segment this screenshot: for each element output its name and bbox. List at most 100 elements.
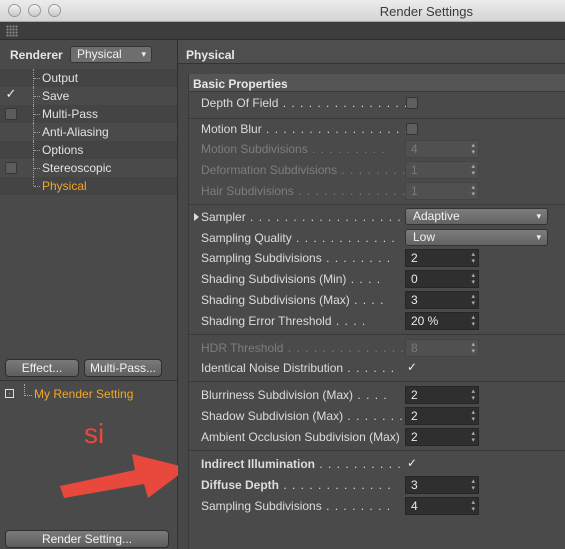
spinner-icon[interactable]: ▴ ▾ (471, 409, 475, 423)
prop-depth-of-field: Depth Of Field . . . . . . . . . . . . .… (189, 93, 565, 113)
hdr-threshold-field[interactable]: 8 ▴ ▾ (405, 339, 479, 357)
leader-dots: . . . . . . . . . . . . . . (283, 341, 405, 355)
label-text: Blurriness Subdivision (Max) (201, 388, 354, 402)
gi-sampling-subdivisions-field[interactable]: 4 ▴ ▾ (405, 497, 479, 515)
label-text: Sampling Quality (201, 231, 292, 245)
prop-shadow-subdivision: Shadow Subdivision (Max) . . . . . . . 2… (189, 406, 565, 426)
prop-ao-subdivision: Ambient Occlusion Subdivision (Max) 2 ▴ ▾ (189, 427, 565, 447)
expand-triangle-icon[interactable] (194, 213, 199, 221)
blurriness-subdivision-field[interactable]: 2 ▴ ▾ (405, 386, 479, 404)
motion-subdivisions-field[interactable]: 4 ▴ ▾ (405, 140, 479, 158)
leader-dots: . . . . . . . . . (307, 142, 386, 156)
sampling-subdivisions-field[interactable]: 2 ▴ ▾ (405, 249, 479, 267)
spinner-icon[interactable]: ▴ ▾ (471, 272, 475, 286)
label-text: Depth Of Field (201, 96, 279, 110)
spinner-icon[interactable]: ▴ ▾ (471, 163, 475, 177)
leader-dots: . . . . . . (343, 361, 396, 375)
tree-item-label: Multi-Pass (42, 107, 99, 121)
render-setting-name: My Render Setting (34, 387, 134, 401)
spinner-icon[interactable]: ▴ ▾ (471, 251, 475, 265)
motion-blur-checkbox[interactable] (406, 123, 418, 135)
label-text: Sampler (201, 210, 246, 224)
tree-item-antialiasing[interactable]: Anti-Aliasing (0, 123, 177, 141)
label-text: Shadow Subdivision (Max) (201, 409, 344, 423)
right-panel: Physical Basic Properties Depth Of Field… (178, 40, 565, 549)
leader-dots: . . . . . . . . . . . . . . . . (278, 96, 418, 110)
identical-noise-checkbox[interactable]: ✓ (406, 361, 418, 374)
prop-label: Indirect Illumination . . . . . . . . . … (201, 457, 402, 471)
tree-item-stereoscopic[interactable]: Stereoscopic (0, 159, 177, 177)
tree-item-multipass[interactable]: Multi-Pass (0, 105, 177, 123)
depth-of-field-checkbox[interactable] (406, 97, 418, 109)
label-text: Shading Subdivisions (Min) (201, 272, 347, 286)
label-text: Shading Error Threshold (201, 314, 332, 328)
prop-label: Shadow Subdivision (Max) . . . . . . . (201, 409, 404, 423)
deformation-subdivisions-field[interactable]: 1 ▴ ▾ (405, 161, 479, 179)
leader-dots: . . . . (346, 272, 382, 286)
multipass-checkbox[interactable] (5, 108, 17, 120)
prop-label: Deformation Subdivisions . . . . . . . .… (201, 163, 415, 177)
renderer-label: Renderer (10, 48, 63, 62)
shading-subdivisions-max-field[interactable]: 3 ▴ ▾ (405, 291, 479, 309)
prop-hair-subdivisions: Hair Subdivisions . . . . . . . . . . . … (189, 181, 565, 201)
render-setting-item[interactable]: · My Render Setting (0, 384, 177, 404)
spinner-icon[interactable]: ▴ ▾ (471, 293, 475, 307)
tree-item-options[interactable]: Options (0, 141, 177, 159)
spinner-icon[interactable]: ▴ ▾ (471, 430, 475, 444)
setting-expand-icon[interactable]: · (5, 389, 14, 398)
diffuse-depth-field[interactable]: 3 ▴ ▾ (405, 476, 479, 494)
spinner-icon[interactable]: ▴ ▾ (471, 184, 475, 198)
tree-line (24, 384, 32, 396)
effect-button[interactable]: Effect... (5, 359, 79, 377)
multipass-button[interactable]: Multi-Pass... (84, 359, 162, 377)
leader-dots: . . . . (353, 388, 388, 402)
tree-item-save[interactable]: ✓ Save (0, 87, 177, 105)
tree-item-output[interactable]: Output (0, 69, 177, 87)
divider (189, 381, 565, 382)
sampling-quality-dropdown[interactable]: Low ▾ (405, 229, 548, 246)
label-text: Shading Subdivisions (Max) (201, 293, 350, 307)
grip-icon[interactable] (6, 25, 18, 37)
tree-item-physical[interactable]: Physical (0, 177, 177, 195)
tree-branch (34, 132, 40, 133)
toolbar (0, 22, 565, 40)
field-value: 3 (411, 293, 418, 307)
prop-gi-sampling-subdivisions: Sampling Subdivisions . . . . . . . . 4 ▴… (189, 496, 565, 516)
shading-error-threshold-field[interactable]: 20 % ▴ ▾ (405, 312, 479, 330)
leader-dots: . . . . . . . . (321, 251, 392, 265)
spinner-icon[interactable]: ▴ ▾ (471, 142, 475, 156)
indirect-illumination-checkbox[interactable]: ✓ (406, 457, 418, 470)
hair-subdivisions-field[interactable]: 1 ▴ ▾ (405, 182, 479, 200)
window-titlebar: Render Settings (0, 0, 565, 22)
prop-diffuse-depth: Diffuse Depth . . . . . . . . . . . . . … (189, 475, 565, 495)
prop-blurriness-subdivision: Blurriness Subdivision (Max) . . . . 2 ▴ ▾ (189, 385, 565, 405)
leader-dots: . . . . . . . . . . . . . . (293, 184, 416, 198)
spinner-icon[interactable]: ▴ ▾ (471, 341, 475, 355)
panel-title: Physical (186, 48, 235, 62)
shading-subdivisions-min-field[interactable]: 0 ▴ ▾ (405, 270, 479, 288)
stereoscopic-checkbox[interactable] (5, 162, 17, 174)
ao-subdivision-field[interactable]: 2 ▴ ▾ (405, 428, 479, 446)
label-text: Motion Blur (201, 122, 262, 136)
tree-branch (34, 114, 40, 115)
save-checkbox[interactable]: ✓ (5, 87, 17, 100)
label-text: Ambient Occlusion Subdivision (Max) (201, 430, 400, 444)
label-text: HDR Threshold (201, 341, 284, 355)
spinner-icon[interactable]: ▴ ▾ (471, 478, 475, 492)
prop-label: Sampler . . . . . . . . . . . . . . . . … (201, 210, 436, 224)
prop-motion-blur: Motion Blur . . . . . . . . . . . . . . … (189, 119, 565, 139)
leader-dots: . . . . . . . . (321, 499, 392, 513)
render-setting-button[interactable]: Render Setting... (5, 530, 169, 548)
spinner-icon[interactable]: ▴ ▾ (471, 388, 475, 402)
sampler-dropdown[interactable]: Adaptive ▾ (405, 208, 548, 225)
shadow-subdivision-field[interactable]: 2 ▴ ▾ (405, 407, 479, 425)
prop-label: Sampling Subdivisions . . . . . . . . (201, 499, 391, 513)
prop-label: Motion Blur . . . . . . . . . . . . . . … (201, 122, 418, 136)
spinner-icon[interactable]: ▴ ▾ (471, 499, 475, 513)
tree-line (33, 177, 34, 186)
spinner-icon[interactable]: ▴ ▾ (471, 314, 475, 328)
leader-dots: . . . . . . . . . . . . . (279, 478, 392, 492)
annotation-arrow (60, 454, 188, 498)
renderer-dropdown[interactable]: Physical ▾ (70, 46, 152, 63)
dropdown-value: Low (413, 230, 436, 244)
